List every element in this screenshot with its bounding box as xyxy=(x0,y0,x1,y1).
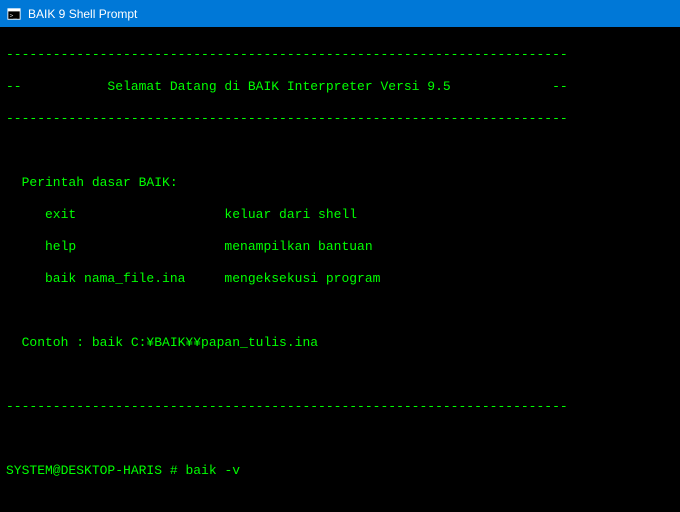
window-title: BAIK 9 Shell Prompt xyxy=(28,7,137,21)
example-line: Contoh : baik C:¥BAIK¥¥papan_tulis.ina xyxy=(6,335,674,351)
app-icon: >_ xyxy=(6,6,22,22)
prompt-line-1: SYSTEM@DESKTOP-HARIS # baik -v xyxy=(6,463,674,479)
blank-line xyxy=(6,303,674,319)
blank-line xyxy=(6,495,674,511)
svg-text:>_: >_ xyxy=(10,12,18,19)
terminal-output[interactable]: ----------------------------------------… xyxy=(0,27,680,512)
title-bar[interactable]: >_ BAIK 9 Shell Prompt xyxy=(0,0,680,27)
blank-line xyxy=(6,143,674,159)
blank-line xyxy=(6,367,674,383)
basic-commands-header: Perintah dasar BAIK: xyxy=(6,175,674,191)
cmd-exit: exit keluar dari shell xyxy=(6,207,674,223)
cmd-baik: baik nama_file.ina mengeksekusi program xyxy=(6,271,674,287)
blank-line xyxy=(6,431,674,447)
prompt: SYSTEM@DESKTOP-HARIS # xyxy=(6,463,185,478)
divider: ----------------------------------------… xyxy=(6,111,674,127)
divider: ----------------------------------------… xyxy=(6,47,674,63)
divider: ----------------------------------------… xyxy=(6,399,674,415)
welcome-line: -- Selamat Datang di BAIK Interpreter Ve… xyxy=(6,79,674,95)
command-entered: baik -v xyxy=(185,463,240,478)
cmd-help: help menampilkan bantuan xyxy=(6,239,674,255)
